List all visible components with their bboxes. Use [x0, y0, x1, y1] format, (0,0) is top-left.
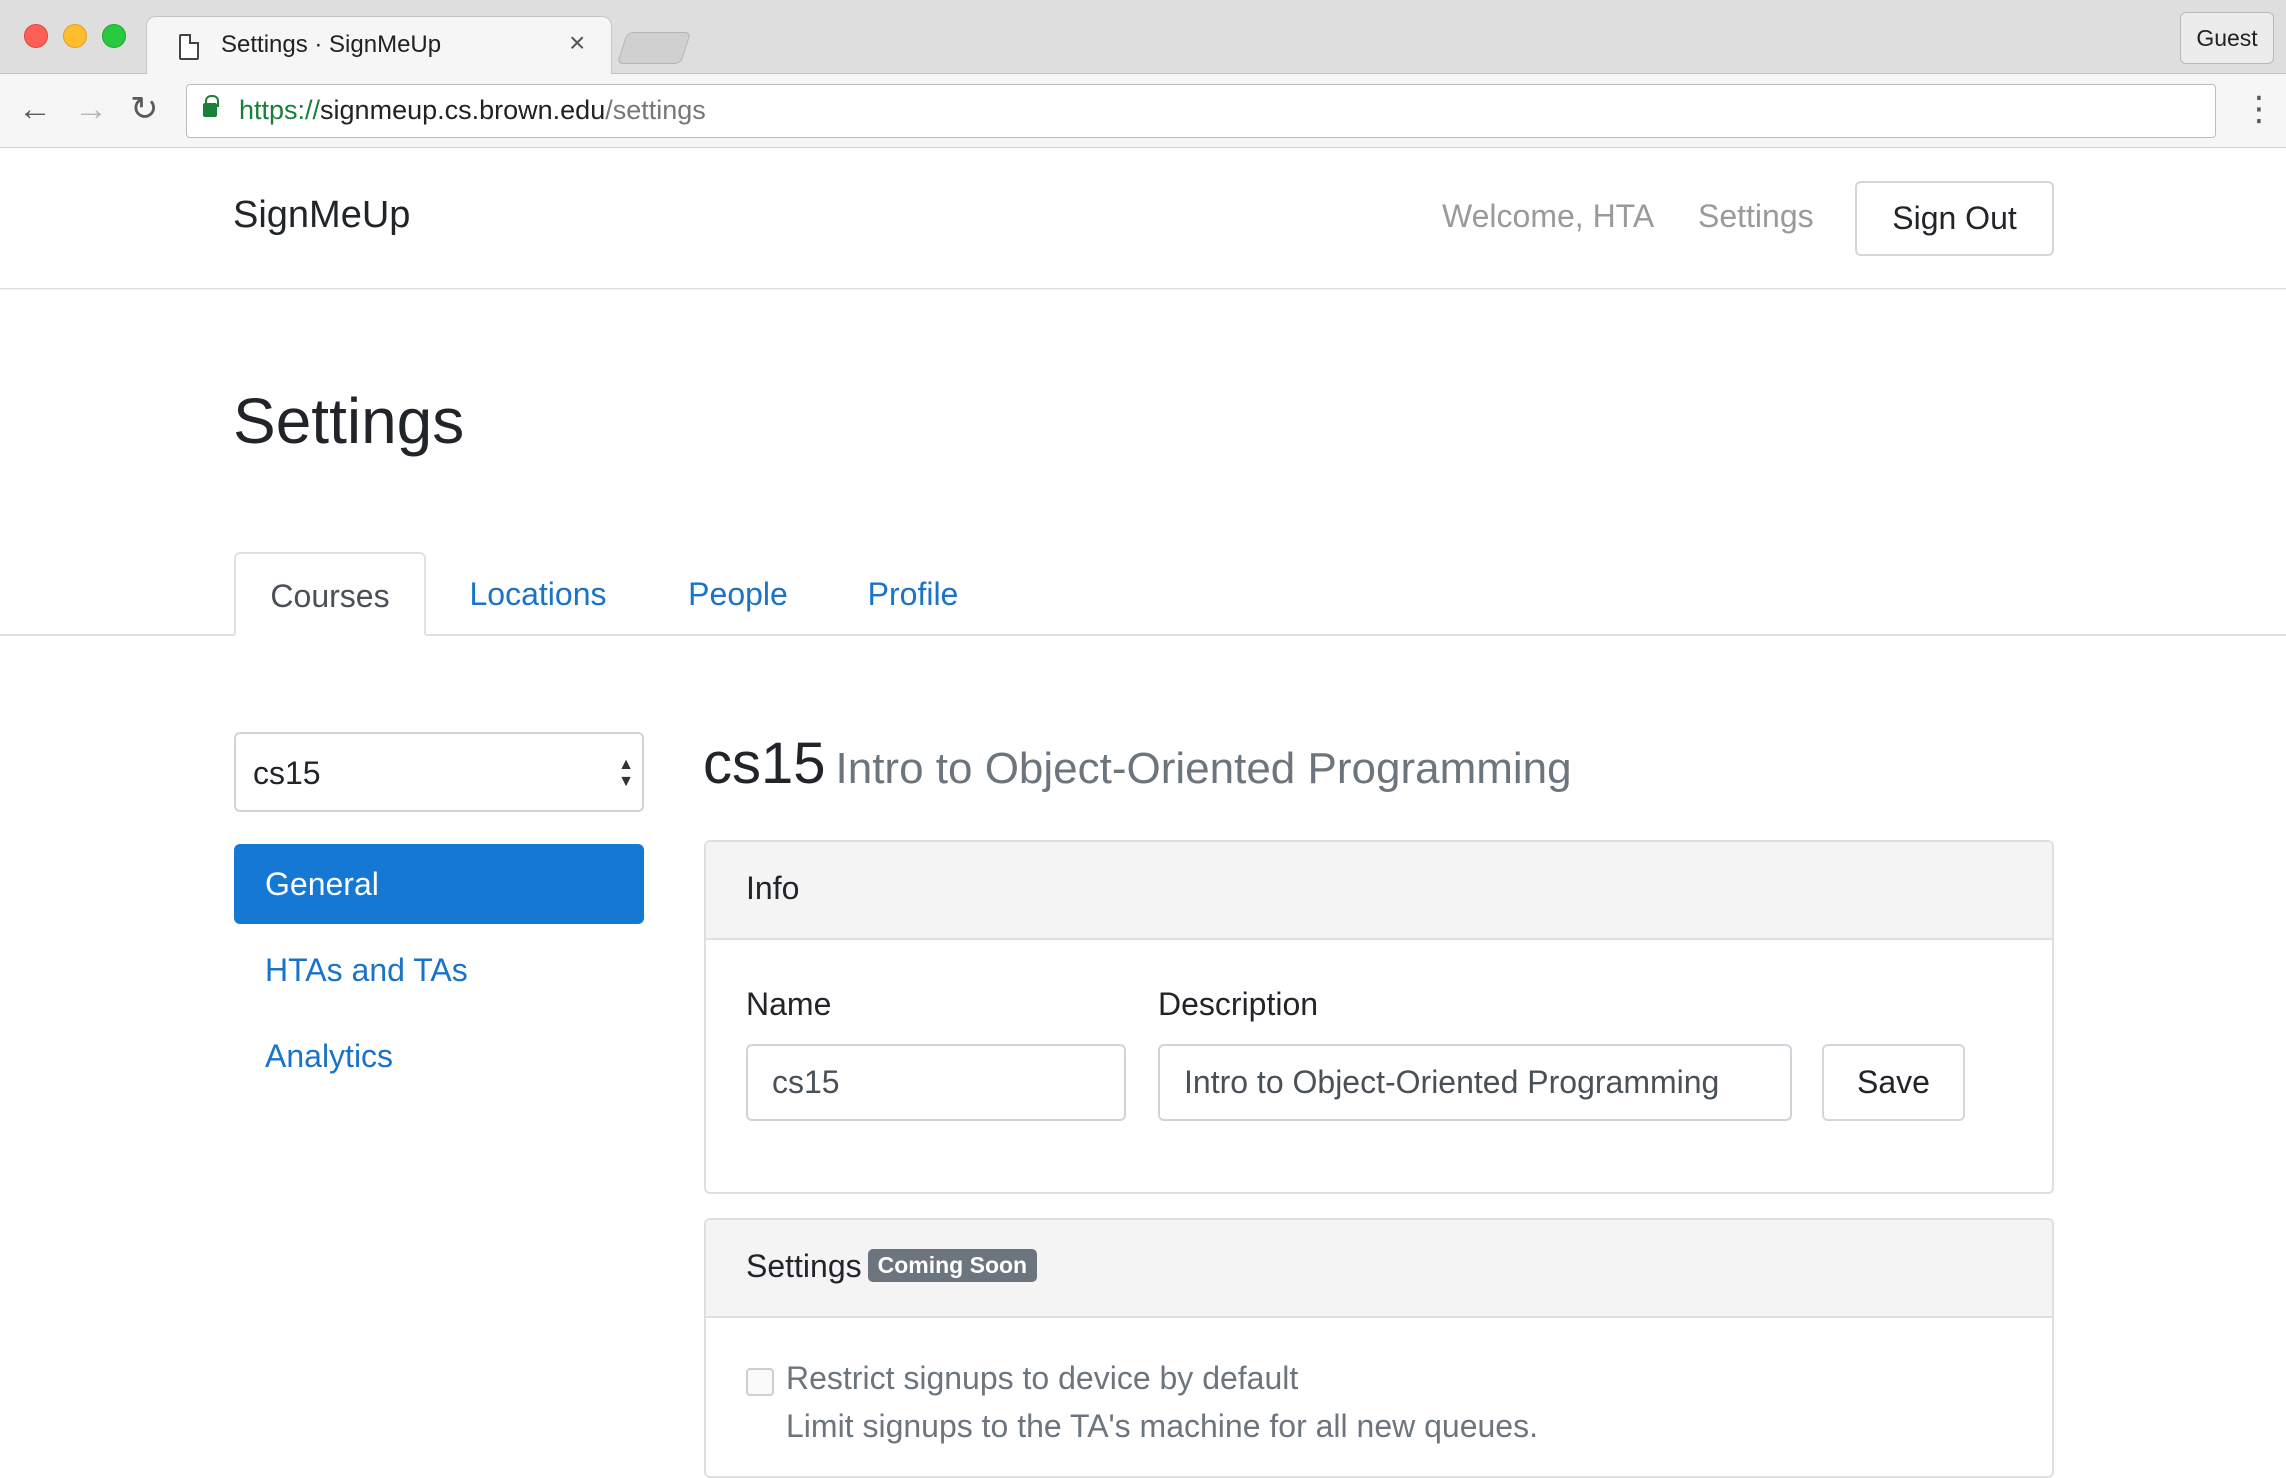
nav-settings-link[interactable]: Settings: [1698, 198, 1814, 235]
browser-menu-icon[interactable]: ⋮: [2242, 92, 2276, 126]
browser-tab-title: Settings · SignMeUp: [221, 31, 442, 58]
new-tab-button[interactable]: [616, 32, 692, 64]
welcome-text: Welcome, HTA: [1442, 198, 1655, 234]
settings-card: Settings Coming Soon Restrict signups to …: [704, 1218, 2054, 1478]
course-select-value: cs15: [253, 755, 321, 791]
back-arrow-icon[interactable]: ←: [18, 92, 52, 126]
maximize-window-button[interactable]: [102, 24, 126, 48]
url-host: signmeup.cs.brown.edu: [320, 95, 606, 125]
settings-card-title: Settings: [746, 1248, 862, 1284]
tab-people[interactable]: People: [684, 552, 792, 636]
reload-icon[interactable]: ↻: [130, 92, 159, 126]
course-description-input[interactable]: Intro to Object-Oriented Programming: [1158, 1044, 1792, 1121]
course-name-input[interactable]: cs15: [746, 1044, 1126, 1121]
url-text: https://signmeup.cs.brown.edu/settings: [239, 95, 706, 126]
restrict-signups-help: Limit signups to the TA's machine for al…: [786, 1408, 1538, 1444]
sidebar-item-analytics[interactable]: Analytics: [234, 1016, 644, 1096]
sidebar-item-htas-and-tas[interactable]: HTAs and TAs: [234, 930, 644, 1010]
sign-out-button[interactable]: Sign Out: [1855, 181, 2054, 256]
course-description: Intro to Object-Oriented Programming: [835, 744, 1572, 793]
guest-profile-button[interactable]: Guest: [2180, 12, 2274, 64]
tab-locations[interactable]: Locations: [464, 552, 612, 636]
settings-card-title-wrap: Settings Coming Soon: [746, 1248, 1038, 1285]
address-bar[interactable]: https://signmeup.cs.brown.edu/settings: [186, 84, 2216, 138]
url-path: /settings: [605, 95, 706, 125]
name-label: Name: [746, 986, 832, 1022]
browser-toolbar: ← → ↻ https://signmeup.cs.brown.edu/sett…: [0, 74, 2286, 148]
browser-tab-active[interactable]: Settings · SignMeUp ×: [146, 16, 612, 75]
course-select[interactable]: cs15 ▲ ▼: [234, 732, 644, 812]
page-title: Settings: [233, 385, 465, 457]
browser-tab-strip: Settings · SignMeUp × Guest: [0, 0, 2286, 75]
info-card-header: Info: [706, 842, 2052, 940]
restrict-signups-label: Restrict signups to device by default: [786, 1360, 1299, 1396]
tab-profile[interactable]: Profile: [862, 552, 964, 636]
app-navbar: SignMeUp Welcome, HTA Settings Sign Out: [0, 148, 2286, 289]
coming-soon-badge: Coming Soon: [867, 1249, 1038, 1283]
course-heading: cs15 Intro to Object-Oriented Programming: [703, 730, 1572, 797]
sidebar-item-general[interactable]: General: [234, 844, 644, 924]
description-label: Description: [1158, 986, 1319, 1022]
info-card: Info Name Description cs15 Intro to Obje…: [704, 840, 2054, 1194]
tab-courses[interactable]: Courses: [234, 552, 426, 636]
minimize-window-button[interactable]: [63, 24, 87, 48]
brand-logo[interactable]: SignMeUp: [233, 194, 410, 237]
info-card-title: Info: [746, 870, 800, 906]
select-arrows-icon: ▲ ▼: [618, 756, 634, 790]
tab-close-icon[interactable]: ×: [569, 27, 585, 58]
page-icon: [179, 34, 199, 60]
save-button[interactable]: Save: [1822, 1044, 1965, 1121]
restrict-signups-checkbox[interactable]: [746, 1368, 774, 1396]
url-scheme: https://: [239, 95, 321, 125]
forward-arrow-icon[interactable]: →: [74, 92, 108, 126]
course-code: cs15: [703, 731, 826, 796]
lock-icon: [203, 95, 219, 117]
settings-card-header: Settings Coming Soon: [706, 1220, 2052, 1318]
close-window-button[interactable]: [24, 24, 48, 48]
